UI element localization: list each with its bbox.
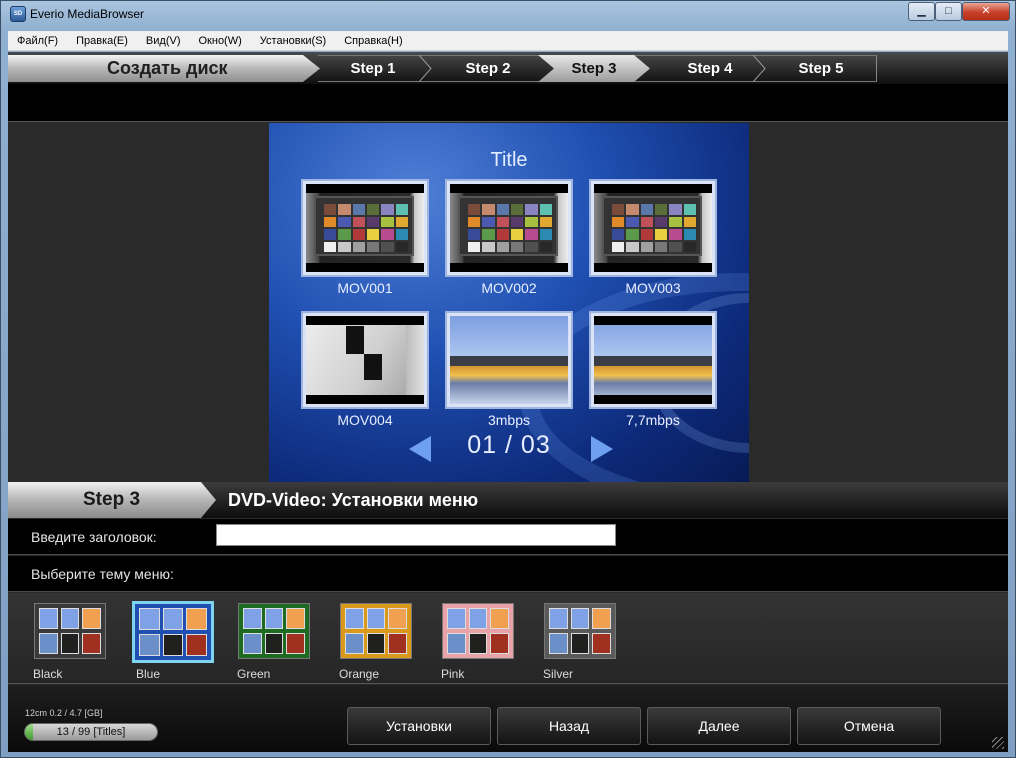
window-title: Everio MediaBrowser [30,7,145,21]
step-tab-1[interactable]: Step 1 [318,55,428,82]
app-window: SD Everio MediaBrowser ▁ □ ✕ Файл(F) Пра… [0,0,1016,758]
dvd-menu-preview: Title MOV001 MOV002 MOV003 MOV004 3mbps … [269,123,749,483]
steps-bar: Создать диск Step 1 Step 2 Step 3 Step 4… [8,52,1008,84]
next-page-arrow-icon[interactable] [591,436,613,462]
theme-name: Black [33,667,63,681]
color-chart-image [458,196,558,256]
theme-black[interactable]: Black [32,601,112,681]
thumbnail-mov004[interactable] [301,311,429,409]
theme-row: Выберите тему меню: [8,556,1008,592]
preview-area: Title MOV001 MOV002 MOV003 MOV004 3mbps … [8,123,1008,483]
thumbnail-label: 3mbps [487,412,531,428]
thumbnail-label: 7,7mbps [626,412,680,428]
bottom-bar: 12cm 0.2 / 4.7 [GB] 13 / 99 [Titles] Уст… [8,685,1008,752]
thumbnail-mov002[interactable] [445,179,573,277]
step-separator [752,54,766,83]
thumbnail-3mbps[interactable] [445,311,573,409]
theme-swatch-pink [442,603,514,659]
page-indicator: 01 / 03 [467,431,551,459]
theme-name: Pink [441,667,465,681]
step-separator [418,54,432,83]
settings-button[interactable]: Установки [347,707,491,745]
prev-page-arrow-icon[interactable] [409,436,431,462]
title-input[interactable] [216,524,616,546]
theme-orange[interactable]: Orange [338,601,418,681]
thumbnail-mov001[interactable] [301,179,429,277]
minimize-button[interactable]: ▁ [908,2,935,21]
theme-swatch-orange [340,603,412,659]
theme-name: Blue [136,667,161,681]
preview-title: Title [490,149,528,171]
theme-green[interactable]: Green [236,601,316,681]
disc-capacity-bar: 13 / 99 [Titles] [24,723,158,741]
menu-edit[interactable]: Правка(E) [67,35,137,47]
toolbar-strip [8,84,1008,122]
theme-list: Black Blue Green Orange Pink Silver [8,593,1008,684]
app-icon: SD [10,6,26,22]
titles-count: 13 / 99 [Titles] [56,726,126,738]
theme-name: Green [237,667,271,681]
theme-swatch-silver [544,603,616,659]
theme-blue[interactable]: Blue [132,601,214,681]
thumbnail-label: MOV002 [481,280,537,296]
step-tab-5[interactable]: Step 5 [766,55,876,82]
theme-swatch-black [34,603,106,659]
step-tab-2[interactable]: Step 2 [432,55,544,82]
back-button[interactable]: Назад [497,707,641,745]
menu-window[interactable]: Окно(W) [190,35,251,47]
step-tab-4[interactable]: Step 4 [654,55,766,82]
menu-bar: Файл(F) Правка(E) Вид(V) Окно(W) Установ… [8,31,1008,51]
menu-help[interactable]: Справка(H) [335,35,411,47]
app-content: Создать диск Step 1 Step 2 Step 3 Step 4… [8,52,1008,752]
thumbnail-7-7mbps[interactable] [589,311,717,409]
cancel-button[interactable]: Отмена [797,707,941,745]
title-label: Введите заголовок: [31,529,157,545]
checker-image [346,326,364,354]
color-chart-image [314,196,414,256]
menu-view[interactable]: Вид(V) [137,35,190,47]
theme-name: Orange [339,667,380,681]
section-step-label: Step 3 [8,482,216,518]
theme-name: Silver [543,667,574,681]
next-button[interactable]: Далее [647,707,791,745]
theme-label: Выберите тему меню: [31,566,174,582]
close-button[interactable]: ✕ [962,2,1010,21]
color-chart-image [602,196,702,256]
section-header: Step 3 DVD-Video: Установки меню [8,482,1008,518]
thumbnail-mov003[interactable] [589,179,717,277]
disc-capacity-text: 12cm 0.2 / 4.7 [GB] [25,708,103,718]
step-tab-3[interactable]: Step 3 [538,55,650,82]
section-title: DVD-Video: Установки меню [228,490,479,510]
title-row: Введите заголовок: [8,519,1008,555]
theme-swatch-green [238,603,310,659]
thumbnail-label: MOV003 [625,280,681,296]
maximize-button[interactable]: □ [935,2,962,21]
menu-settings[interactable]: Установки(S) [251,35,335,47]
thumbnail-label: MOV001 [337,280,393,296]
title-bar[interactable]: SD Everio MediaBrowser ▁ □ ✕ [1,1,1015,29]
menu-file[interactable]: Файл(F) [8,35,67,47]
theme-swatch-blue [132,601,214,663]
resize-grip-icon[interactable] [992,737,1004,749]
theme-pink[interactable]: Pink [440,601,520,681]
thumbnail-label: MOV004 [337,412,393,428]
theme-silver[interactable]: Silver [542,601,622,681]
create-disc-header: Создать диск [8,55,320,82]
